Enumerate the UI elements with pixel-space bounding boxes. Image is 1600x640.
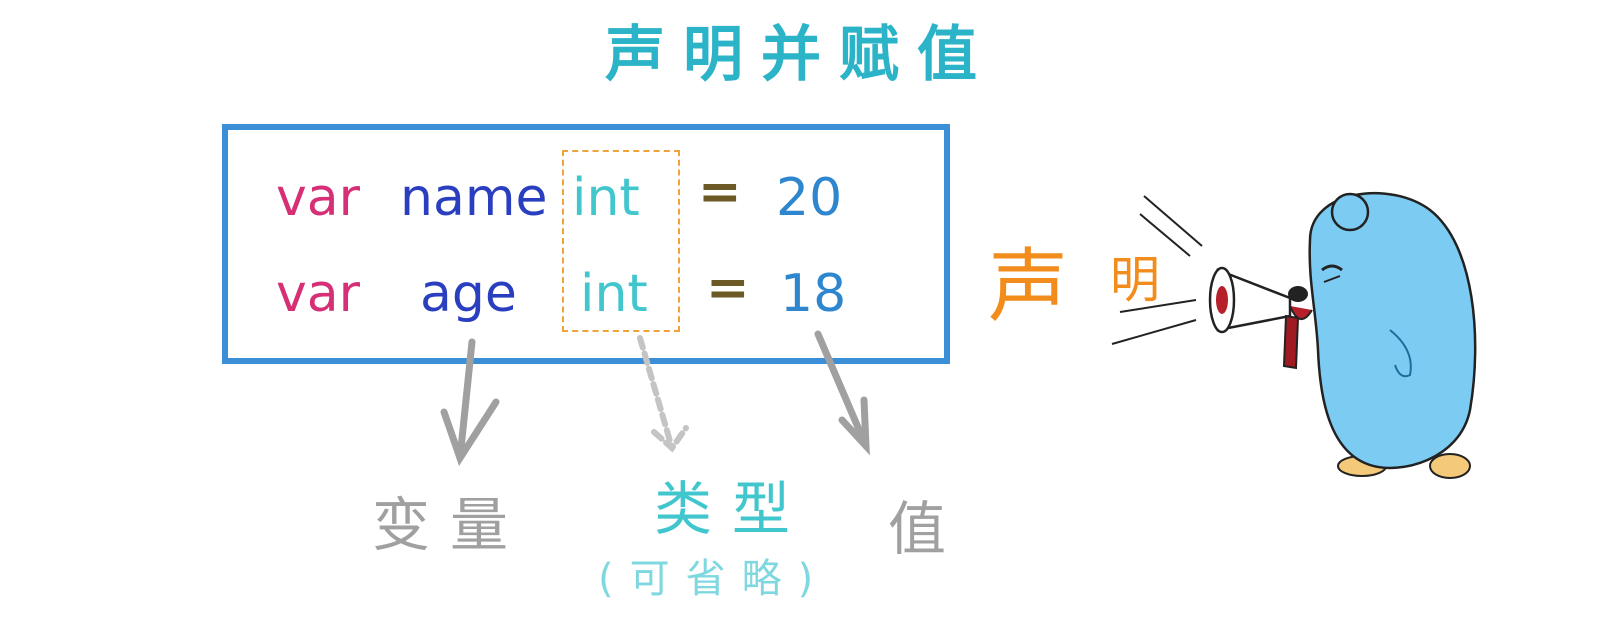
side-text-first: 声 [988, 240, 1068, 333]
label-value: 值 [888, 495, 967, 563]
arrow-to-variable [440, 338, 500, 466]
label-type-note: (可省略) [598, 556, 830, 602]
arrow-to-value [814, 330, 870, 456]
label-type: 类型 [654, 475, 811, 543]
gopher-mascot-icon [1208, 191, 1477, 479]
side-text-second: 明 [1110, 251, 1160, 309]
label-variable: 变量 [372, 491, 529, 559]
arrow-to-type [637, 335, 689, 453]
